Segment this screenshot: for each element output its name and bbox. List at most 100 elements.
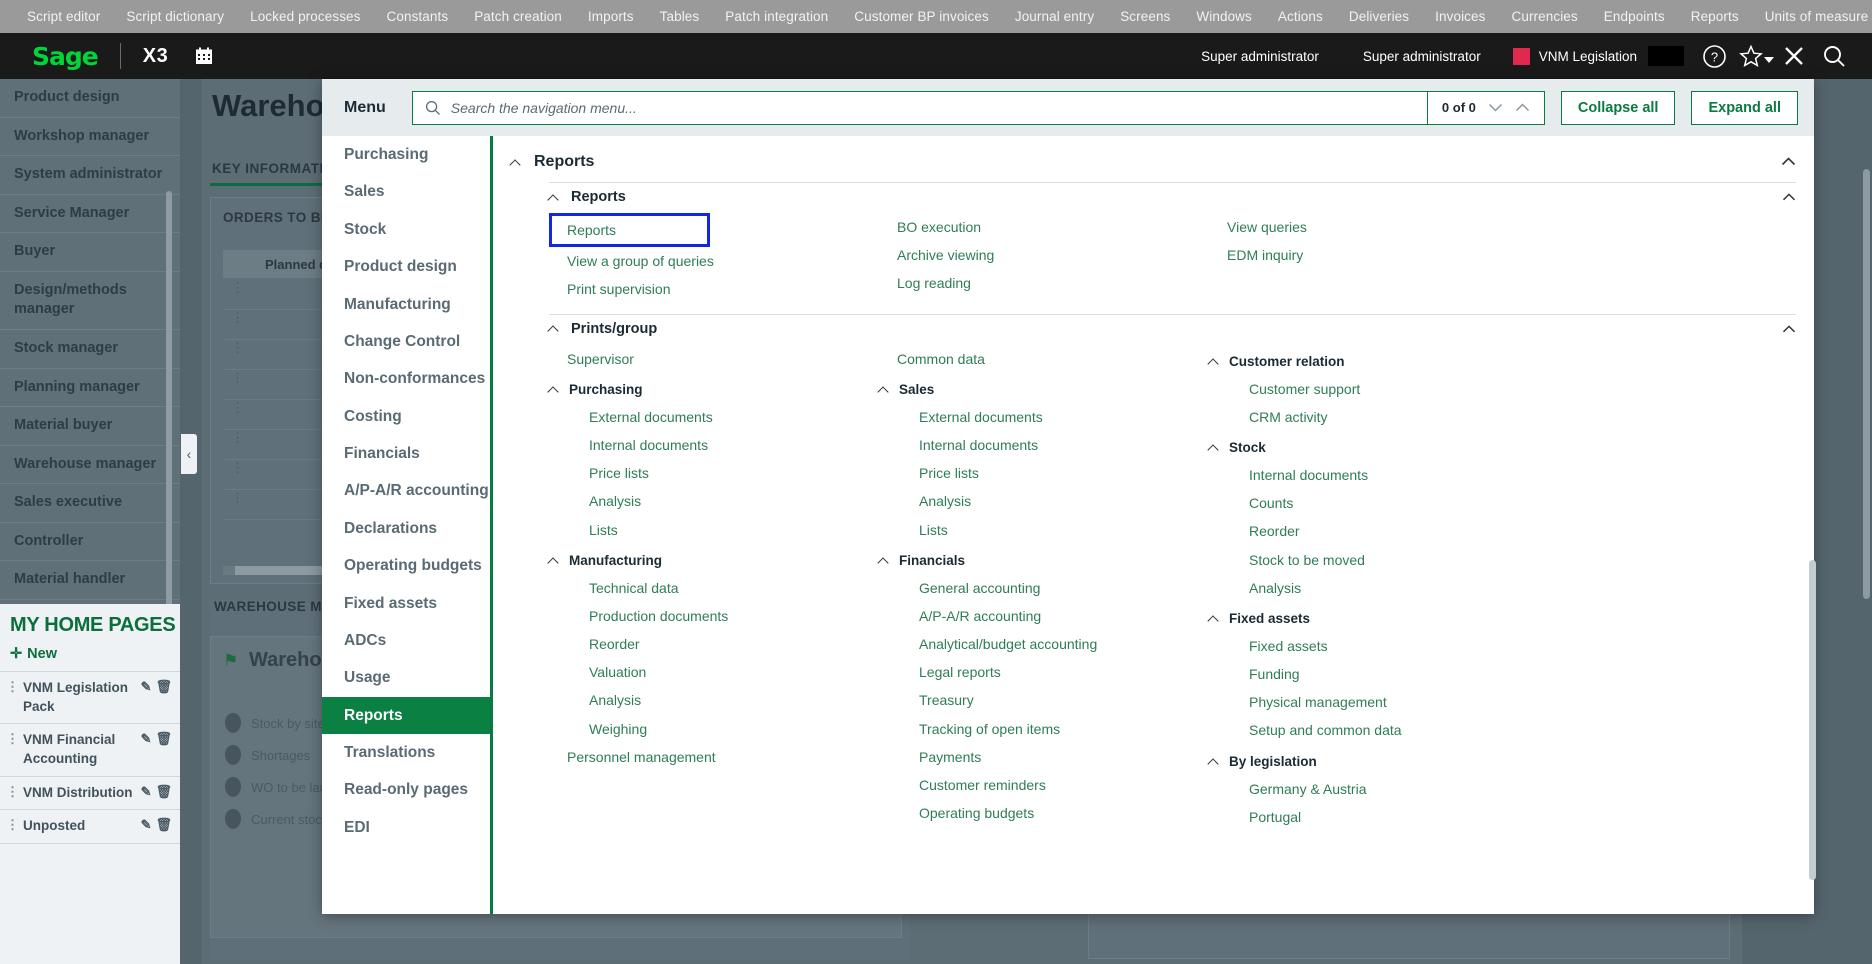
menu-link[interactable]: Lists [879,516,1209,544]
delete-icon[interactable]: 🗑 [155,817,172,833]
module-item-a-p-a-r-accounting[interactable]: A/P-A/R accounting [322,472,490,509]
menu-link[interactable]: Internal documents [549,431,879,459]
module-item-reports[interactable]: Reports [322,696,490,734]
sidebar-role-item[interactable]: Warehouse manager [0,446,180,485]
module-item-non-conformances[interactable]: Non-conformances [322,360,490,397]
menu-link[interactable]: Weighing [549,715,879,743]
sage-logo[interactable]: Sage [32,42,99,71]
devbar-item[interactable]: Patch creation [461,9,575,24]
devbar-item[interactable]: Deliveries [1336,9,1422,24]
menu-link[interactable]: Price lists [549,459,879,487]
menu-link[interactable]: Analysis [549,686,879,714]
star-icon[interactable] [1734,36,1768,76]
home-page-item[interactable]: ⋮ Unposted ✎ 🗑 [0,810,180,844]
x3-product-logo[interactable]: X3 [143,45,168,68]
sidebar-role-item[interactable]: Workshop manager [0,118,180,157]
edit-icon[interactable]: ✎ [141,731,152,747]
devbar-item[interactable]: Patch integration [712,9,841,24]
devbar-item[interactable]: Screens [1107,9,1183,24]
module-item-read-only-pages[interactable]: Read-only pages [322,771,490,808]
page-scrollbar[interactable] [1809,560,1816,880]
close-icon[interactable] [1774,36,1814,76]
expand-all-button[interactable]: Expand all [1691,90,1798,125]
menu-link[interactable]: Analytical/budget accounting [879,630,1209,658]
drag-handle-icon[interactable]: ⋮ [6,784,19,800]
subsection-header-reports[interactable]: Reports [549,183,1796,213]
menu-link[interactable]: Internal documents [879,431,1209,459]
module-item-change-control[interactable]: Change Control [322,323,490,360]
vertical-scrollbar[interactable] [1863,169,1870,599]
user-role-label[interactable]: Super administrator [1341,49,1503,64]
legislation-selector[interactable]: VNM Legislation [1503,46,1694,66]
devbar-item[interactable]: Endpoints [1591,9,1678,24]
module-item-declarations[interactable]: Declarations [322,510,490,547]
devbar-item[interactable]: Reports [1678,9,1752,24]
menu-group-header-customer-relation[interactable]: Customer relation [1209,347,1539,375]
menu-link[interactable]: Internal documents [1209,461,1539,489]
menu-link[interactable]: Log reading [879,269,1209,297]
help-icon[interactable]: ? [1694,36,1734,76]
module-item-financials[interactable]: Financials [322,435,490,472]
module-item-stock[interactable]: Stock [322,211,490,248]
devbar-item[interactable]: Actions [1265,9,1336,24]
menu-link[interactable]: Legal reports [879,658,1209,686]
menu-link[interactable]: Payments [879,743,1209,771]
delete-icon[interactable]: 🗑 [155,731,172,747]
subsection-header-prints-group[interactable]: Prints/group [549,315,1796,345]
devbar-item[interactable]: Units of measure [1752,9,1872,24]
menu-link[interactable]: Personnel management [549,743,879,771]
edit-icon[interactable]: ✎ [141,679,152,695]
menu-group-header-financials[interactable]: Financials [879,546,1209,574]
chevron-up-icon[interactable] [1781,155,1796,169]
chevron-up-icon[interactable] [1515,100,1530,115]
edit-icon[interactable]: ✎ [141,817,152,833]
menu-link[interactable]: Reorder [1209,517,1539,545]
menu-group-header-stock[interactable]: Stock [1209,433,1539,461]
menu-link[interactable]: Tracking of open items [879,715,1209,743]
sidebar-role-item[interactable]: Material buyer [0,407,180,446]
devbar-item[interactable]: Script dictionary [113,9,237,24]
menu-link[interactable]: External documents [549,403,879,431]
menu-link[interactable]: EDM inquiry [1209,241,1539,269]
devbar-item[interactable]: Currencies [1498,9,1590,24]
sidebar-role-item[interactable]: Buyer [0,233,180,272]
menu-link[interactable]: Physical management [1209,688,1539,716]
calendar-icon[interactable] [194,46,214,66]
devbar-item[interactable]: Journal entry [1002,9,1107,24]
devbar-item[interactable]: Script editor [14,9,113,24]
menu-group-header-purchasing[interactable]: Purchasing [549,375,879,403]
menu-link[interactable]: Counts [1209,489,1539,517]
devbar-item[interactable]: Tables [647,9,713,24]
delete-icon[interactable]: 🗑 [155,784,172,800]
menu-group-header-by-legislation[interactable]: By legislation [1209,747,1539,775]
chevron-up-icon[interactable] [1782,190,1796,204]
menu-link[interactable]: Analysis [549,487,879,515]
sidebar-role-item[interactable]: Planning manager [0,369,180,408]
menu-link[interactable]: External documents [879,403,1209,431]
sidebar-role-item[interactable]: Controller [0,523,180,562]
module-item-sales[interactable]: Sales [322,173,490,210]
chevron-down-icon[interactable] [1488,100,1503,115]
menu-link[interactable]: Stock to be moved [1209,546,1539,574]
menu-group-header-manufacturing[interactable]: Manufacturing [549,546,879,574]
menu-link[interactable]: Portugal [1209,803,1539,831]
collapse-all-button[interactable]: Collapse all [1560,90,1676,125]
menu-link[interactable]: Common data [879,345,1209,373]
sidebar-role-item[interactable]: Product design [0,79,180,118]
menu-link[interactable]: Funding [1209,660,1539,688]
module-item-costing[interactable]: Costing [322,398,490,435]
menu-link[interactable]: Fixed assets [1209,632,1539,660]
menu-link[interactable]: A/P-A/R accounting [879,602,1209,630]
delete-icon[interactable]: 🗑 [155,679,172,695]
module-item-operating-budgets[interactable]: Operating budgets [322,547,490,584]
menu-link[interactable]: BO execution [879,213,1209,241]
menu-link[interactable]: CRM activity [1209,403,1539,431]
menu-link[interactable]: Technical data [549,574,879,602]
sidebar-role-item[interactable]: Material handler [0,561,180,600]
module-item-adcs[interactable]: ADCs [322,622,490,659]
chevron-up-icon[interactable] [1782,322,1796,336]
module-item-manufacturing[interactable]: Manufacturing [322,286,490,323]
devbar-item[interactable]: Windows [1183,9,1264,24]
menu-link[interactable]: Valuation [549,658,879,686]
menu-link[interactable]: Lists [549,516,879,544]
